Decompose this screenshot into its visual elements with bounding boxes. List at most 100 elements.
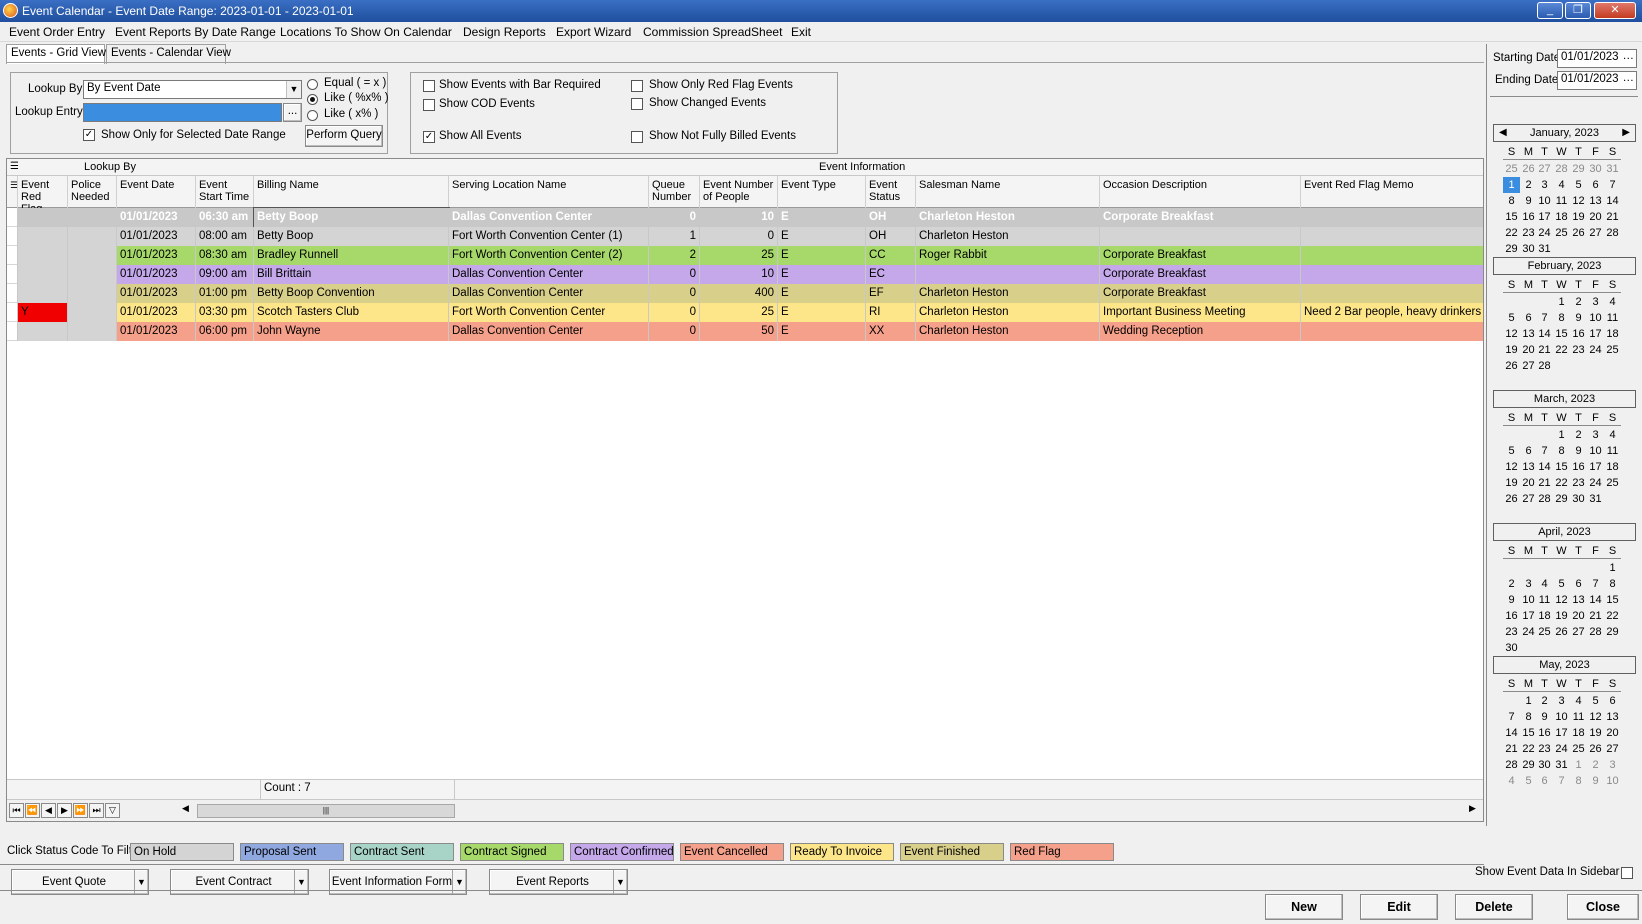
status-filter-on-hold[interactable]: On Hold [130, 843, 234, 861]
cell-date[interactable]: 01/01/2023 [117, 265, 196, 284]
status-filter-red-flag[interactable]: Red Flag [1010, 843, 1114, 861]
calendar-day[interactable]: 1 [1520, 693, 1537, 709]
calendar-day[interactable]: 28 [1587, 624, 1604, 640]
calendar-day[interactable]: 2 [1536, 693, 1553, 709]
bar-required-checkbox[interactable] [423, 80, 435, 92]
calendar-day[interactable]: 5 [1553, 576, 1570, 592]
col-event-type[interactable]: Event Type [778, 176, 866, 208]
cell-status[interactable]: XX [866, 322, 916, 341]
cell-red-flag[interactable] [18, 265, 68, 284]
menu-event-order-entry[interactable]: Event Order Entry [9, 25, 105, 39]
cell-salesman[interactable]: Roger Rabbit [916, 246, 1100, 265]
cell-billing[interactable]: Betty Boop Convention [254, 284, 449, 303]
calendar-day[interactable]: 13 [1570, 592, 1587, 608]
cell-status[interactable]: RI [866, 303, 916, 322]
calendar-day[interactable]: 27 [1536, 161, 1553, 177]
calendar-day[interactable]: 10 [1536, 193, 1553, 209]
calendar-day[interactable]: 10 [1520, 592, 1537, 608]
status-filter-event-finished[interactable]: Event Finished [900, 843, 1004, 861]
calendar-day[interactable]: 22 [1604, 608, 1621, 624]
calendar-day[interactable]: 3 [1587, 294, 1604, 310]
row-indicator[interactable] [7, 227, 18, 246]
calendar-day[interactable]: 20 [1520, 342, 1537, 358]
calendar-day[interactable]: 7 [1553, 773, 1570, 789]
calendar-day[interactable]: 3 [1536, 177, 1553, 193]
ending-date-picker-icon[interactable]: … [1623, 72, 1635, 84]
calendar-day[interactable]: 11 [1570, 709, 1587, 725]
status-filter-event-cancelled[interactable]: Event Cancelled [680, 843, 784, 861]
cell-queue[interactable]: 2 [649, 246, 700, 265]
calendar-day[interactable]: 19 [1503, 342, 1520, 358]
calendar-day[interactable]: 2 [1570, 294, 1587, 310]
menu-export-wizard[interactable]: Export Wizard [556, 25, 631, 39]
calendar-day[interactable]: 9 [1536, 709, 1553, 725]
calendar-day[interactable]: 29 [1553, 491, 1570, 507]
calendar-day[interactable]: 14 [1536, 459, 1553, 475]
calendar-day[interactable]: 28 [1536, 491, 1553, 507]
cell-queue[interactable]: 0 [649, 208, 700, 227]
calendar-day[interactable]: 10 [1587, 443, 1604, 459]
changed-checkbox[interactable] [631, 98, 643, 110]
row-indicator[interactable] [7, 322, 18, 341]
cell-type[interactable]: E [778, 303, 866, 322]
calendar-day[interactable]: 26 [1587, 741, 1604, 757]
cell-memo[interactable] [1301, 227, 1483, 246]
close-button[interactable]: Close [1567, 894, 1639, 920]
calendar-day[interactable]: 9 [1570, 443, 1587, 459]
cell-location[interactable]: Dallas Convention Center [449, 284, 649, 303]
calendar-day[interactable]: 12 [1570, 193, 1587, 209]
col-salesman-name[interactable]: Salesman Name [916, 176, 1100, 208]
table-row[interactable]: ▶ 01/01/2023 06:30 am Betty Boop Dallas Conv… [7, 207, 1483, 228]
calendar-day[interactable]: 24 [1520, 624, 1537, 640]
calendar-day[interactable]: 6 [1536, 773, 1553, 789]
calendar-day[interactable]: 12 [1503, 459, 1520, 475]
calendar-day[interactable]: 25 [1553, 225, 1570, 241]
calendar-day[interactable]: 3 [1587, 427, 1604, 443]
calendar-day[interactable]: 25 [1604, 342, 1621, 358]
calendar-day[interactable]: 7 [1604, 177, 1621, 193]
calendar-day[interactable]: 8 [1604, 576, 1621, 592]
show-sidebar-checkbox[interactable] [1621, 867, 1633, 879]
calendar-day[interactable]: 21 [1503, 741, 1520, 757]
cell-occasion[interactable]: Corporate Breakfast [1100, 284, 1301, 303]
col-police-needed[interactable]: Police Needed [68, 176, 117, 208]
lookup-entry-input[interactable] [83, 103, 282, 122]
band-menu-icon[interactable]: ☰ [10, 161, 19, 172]
calendar-day[interactable]: 5 [1503, 310, 1520, 326]
calendar-day[interactable]: 24 [1587, 475, 1604, 491]
calendar-day[interactable]: 4 [1570, 693, 1587, 709]
cell-memo[interactable] [1301, 284, 1483, 303]
filter-icon[interactable]: ▽ [105, 803, 120, 818]
calendar-day[interactable]: 13 [1520, 459, 1537, 475]
table-row[interactable]: 01/01/2023 08:30 am Bradley Runnell Fort Wo… [7, 246, 1483, 265]
radio-like-both[interactable] [307, 94, 318, 105]
calendar-day[interactable]: 28 [1604, 225, 1621, 241]
column-menu-icon[interactable]: ☰ [7, 176, 18, 208]
calendar-day[interactable]: 12 [1553, 592, 1570, 608]
calendar-day[interactable]: 4 [1604, 294, 1621, 310]
calendar-day[interactable]: 15 [1520, 725, 1537, 741]
calendar-day[interactable]: 31 [1553, 757, 1570, 773]
calendar-day[interactable]: 23 [1570, 475, 1587, 491]
last-page-icon[interactable]: ⏭ [89, 803, 104, 818]
calendar-day[interactable]: 13 [1587, 193, 1604, 209]
cell-queue[interactable]: 1 [649, 227, 700, 246]
calendar-day[interactable]: 16 [1570, 459, 1587, 475]
calendar-day[interactable]: 4 [1604, 427, 1621, 443]
calendar-day[interactable]: 18 [1570, 725, 1587, 741]
calendar-day[interactable]: 24 [1553, 741, 1570, 757]
cell-billing[interactable]: Betty Boop [254, 227, 449, 246]
row-indicator[interactable] [7, 303, 18, 322]
calendar-day[interactable]: 23 [1520, 225, 1537, 241]
calendar-day[interactable]: 14 [1503, 725, 1520, 741]
status-filter-contract-signed[interactable]: Contract Signed [460, 843, 564, 861]
cell-memo[interactable]: Need 2 Bar people, heavy drinkers [1301, 303, 1483, 322]
cell-red-flag[interactable] [18, 227, 68, 246]
prev-month-icon[interactable]: ◀ [1499, 125, 1507, 141]
calendar-day[interactable]: 10 [1604, 773, 1621, 789]
calendar-day[interactable]: 27 [1520, 491, 1537, 507]
menu-event-reports-by-date[interactable]: Event Reports By Date Range [115, 25, 276, 39]
cell-location[interactable]: Dallas Convention Center [449, 208, 649, 227]
calendar-day[interactable]: 15 [1503, 209, 1520, 225]
calendar-day[interactable]: 16 [1520, 209, 1537, 225]
